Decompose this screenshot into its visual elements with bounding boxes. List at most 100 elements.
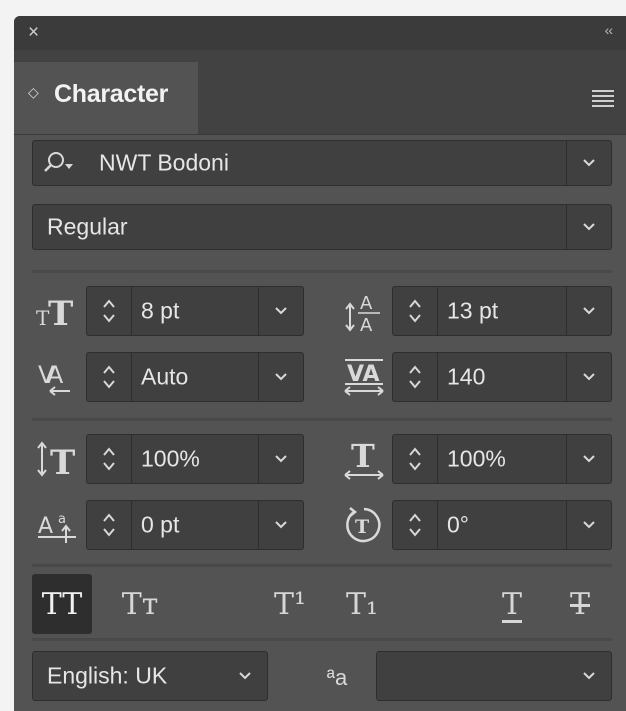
stepper-icon: [103, 447, 115, 471]
font-size-icon: TT: [30, 286, 86, 336]
chevron-down-icon: [583, 373, 595, 381]
horizontal-scale-stepper[interactable]: [393, 435, 438, 483]
stepper-icon: [409, 447, 421, 471]
language-dropdown[interactable]: [223, 652, 267, 700]
vertical-scale-field[interactable]: 100%: [86, 434, 304, 484]
panel-titlebar: × ‹‹: [14, 16, 626, 50]
tab-updown-icon: ◇: [28, 84, 39, 100]
subscript-button[interactable]: T₁: [334, 574, 390, 634]
vertical-scale-dropdown[interactable]: [258, 435, 303, 483]
kerning-icon: VA: [30, 352, 86, 402]
chevron-down-icon: [583, 307, 595, 315]
chevron-down-icon: [275, 521, 287, 529]
svg-text:A: A: [360, 315, 373, 333]
font-size-field[interactable]: 8 pt: [86, 286, 304, 336]
tracking-icon: VA: [336, 352, 392, 402]
divider: [32, 564, 612, 567]
small-caps-button[interactable]: Tт: [112, 574, 168, 634]
chevron-down-icon: [583, 455, 595, 463]
baseline-shift-dropdown[interactable]: [258, 501, 303, 549]
chevron-down-icon: [275, 455, 287, 463]
baseline-shift-field[interactable]: 0 pt: [86, 500, 304, 550]
tracking-dropdown[interactable]: [566, 353, 611, 401]
baseline-shift-stepper[interactable]: [87, 501, 132, 549]
chevron-down-icon: [583, 672, 595, 680]
character-rotation-dropdown[interactable]: [566, 501, 611, 549]
search-icon: [41, 150, 77, 181]
leading-dropdown[interactable]: [566, 287, 611, 335]
leading-value: 13 pt: [447, 297, 499, 324]
font-size-dropdown[interactable]: [258, 287, 303, 335]
font-style-field[interactable]: Regular: [32, 204, 612, 250]
tracking-stepper[interactable]: [393, 353, 438, 401]
tab-title: Character: [54, 80, 169, 108]
font-family-dropdown[interactable]: [566, 141, 611, 185]
chevron-down-icon: [275, 373, 287, 381]
svg-text:T: T: [355, 516, 369, 538]
antialiasing-icon: ªa: [326, 665, 348, 690]
vertical-scale-value: 100%: [141, 445, 200, 472]
stepper-icon: [409, 299, 421, 323]
close-icon[interactable]: ×: [28, 21, 39, 45]
svg-text:A: A: [38, 514, 53, 539]
antialiasing-select[interactable]: [376, 651, 612, 701]
stepper-icon: [103, 299, 115, 323]
vertical-scale-stepper[interactable]: [87, 435, 132, 483]
vertical-scale-icon: T: [30, 434, 86, 484]
svg-text:A: A: [360, 293, 373, 314]
stepper-icon: [103, 365, 115, 389]
leading-field[interactable]: 13 pt: [392, 286, 612, 336]
kerning-dropdown[interactable]: [258, 353, 303, 401]
kerning-stepper[interactable]: [87, 353, 132, 401]
language-value: English: UK: [47, 662, 168, 689]
divider: [32, 270, 612, 273]
font-size-value: 8 pt: [141, 297, 180, 324]
character-rotation-icon: T: [336, 500, 392, 550]
font-family-field[interactable]: NWT Bodoni: [32, 140, 612, 186]
chevron-down-icon: [583, 223, 595, 231]
stepper-icon: [409, 513, 421, 537]
character-panel: × ‹‹ ◇ Character NWT Bodoni Regular T T …: [14, 16, 626, 711]
chevron-down-icon: [239, 672, 251, 680]
font-size-stepper[interactable]: [87, 287, 132, 335]
svg-text:a: a: [58, 512, 66, 527]
leading-icon: AA: [336, 286, 392, 336]
panel-menu-icon[interactable]: [592, 90, 614, 110]
svg-text:T: T: [48, 294, 73, 329]
underline-button[interactable]: T: [484, 574, 540, 634]
tracking-value: 140: [447, 363, 486, 390]
strikethrough-button[interactable]: T: [552, 574, 608, 634]
horizontal-scale-dropdown[interactable]: [566, 435, 611, 483]
svg-text:T: T: [351, 437, 375, 475]
chevron-down-icon: [583, 521, 595, 529]
collapse-icon[interactable]: ‹‹: [605, 22, 613, 38]
tracking-field[interactable]: 140: [392, 352, 612, 402]
stepper-icon: [103, 513, 115, 537]
chevron-down-icon: [275, 307, 287, 315]
svg-text:VA: VA: [38, 361, 64, 389]
horizontal-scale-field[interactable]: 100%: [392, 434, 612, 484]
chevron-down-icon: [583, 159, 595, 167]
font-style-dropdown[interactable]: [566, 205, 611, 249]
font-family-value: NWT Bodoni: [99, 149, 229, 176]
tab-row: ◇ Character: [14, 50, 626, 135]
horizontal-scale-icon: T: [336, 434, 392, 484]
svg-text:T: T: [50, 443, 75, 479]
horizontal-scale-value: 100%: [447, 445, 506, 472]
character-rotation-stepper[interactable]: [393, 501, 438, 549]
baseline-shift-icon: Aa: [30, 500, 86, 550]
kerning-value: Auto: [141, 363, 189, 390]
character-rotation-value: 0°: [447, 511, 469, 538]
kerning-field[interactable]: Auto: [86, 352, 304, 402]
character-rotation-field[interactable]: 0°: [392, 500, 612, 550]
language-select[interactable]: English: UK: [32, 651, 268, 701]
tab-character[interactable]: ◇ Character: [14, 62, 198, 134]
divider: [32, 418, 612, 421]
stepper-icon: [409, 365, 421, 389]
leading-stepper[interactable]: [393, 287, 438, 335]
superscript-button[interactable]: T¹: [262, 574, 318, 634]
divider: [32, 638, 612, 641]
antialiasing-dropdown[interactable]: [567, 652, 611, 700]
font-style-value: Regular: [47, 213, 128, 240]
all-caps-button[interactable]: TT: [32, 574, 92, 634]
